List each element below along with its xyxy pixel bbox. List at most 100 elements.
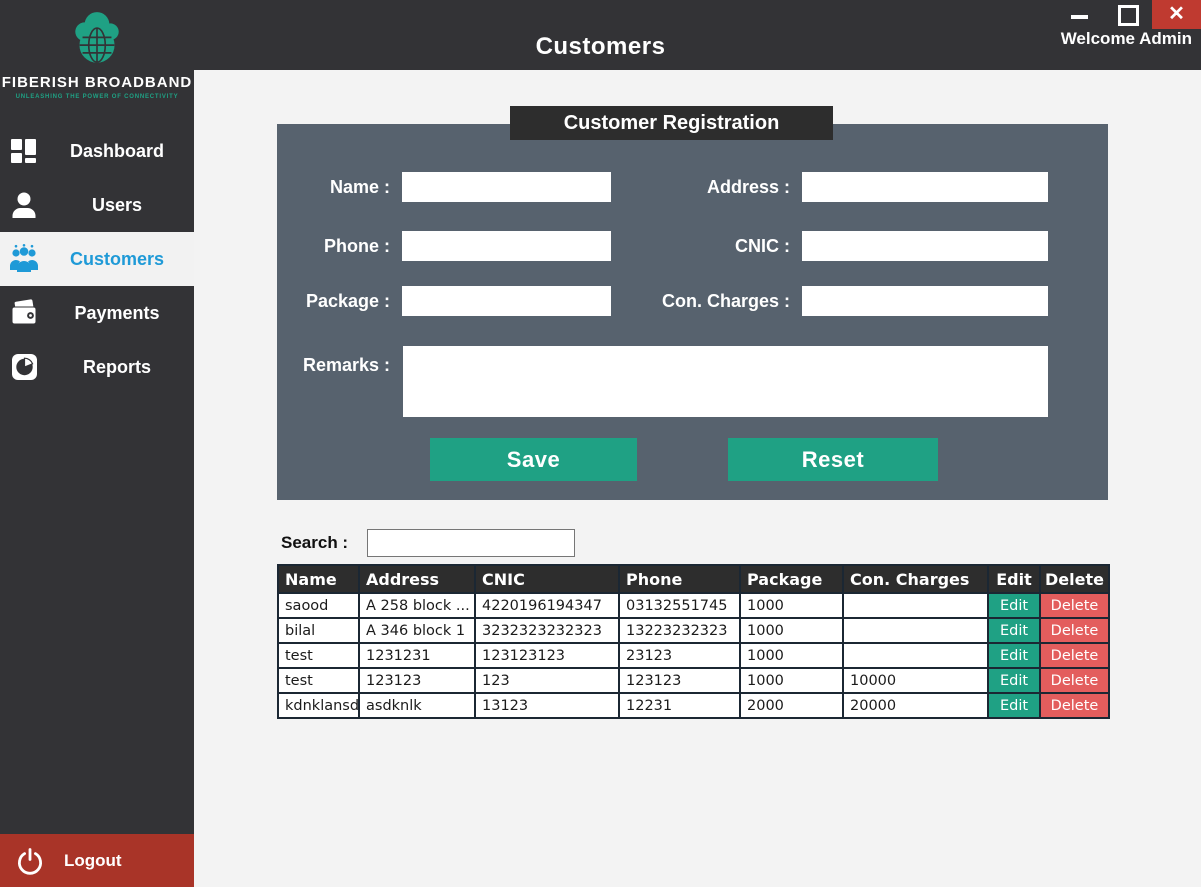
edit-button[interactable]: Edit <box>987 667 1041 694</box>
cell-name: test <box>277 667 360 694</box>
header-edit: Edit <box>987 564 1041 594</box>
table-row: saood A 258 block ... 4220196194347 0313… <box>277 592 1110 619</box>
cell-address: A 346 block 1 <box>358 617 476 644</box>
cell-phone: 12231 <box>618 692 741 719</box>
edit-button[interactable]: Edit <box>987 692 1041 719</box>
header-delete: Delete <box>1039 564 1110 594</box>
logout-label: Logout <box>64 851 122 870</box>
cell-phone: 123123 <box>618 667 741 694</box>
logo-name: FIBERISH BROADBAND <box>1 74 193 91</box>
sidebar-menu: Dashboard Users Customers Payments Repor… <box>0 124 194 394</box>
cell-cnic: 13123 <box>474 692 620 719</box>
search-input[interactable] <box>367 529 575 557</box>
sidebar-item-label: Dashboard <box>69 141 165 161</box>
remarks-label: Remarks : <box>302 355 390 375</box>
cell-con-charges <box>842 592 989 619</box>
registration-panel: Name : Address : Phone : CNIC : Package … <box>277 124 1108 500</box>
user-icon <box>8 190 40 220</box>
cell-address: 1231231 <box>358 642 476 669</box>
table-row: test 123123 123 123123 1000 10000 Edit D… <box>277 667 1110 694</box>
edit-button[interactable]: Edit <box>987 642 1041 669</box>
sidebar-item-label: Users <box>91 195 143 215</box>
header-con-charges: Con. Charges <box>842 564 989 594</box>
cell-package: 1000 <box>739 617 844 644</box>
sidebar-item-users[interactable]: Users <box>0 178 194 232</box>
con-charges-input[interactable] <box>802 286 1048 316</box>
minimize-button[interactable] <box>1071 15 1088 19</box>
address-input[interactable] <box>802 172 1048 202</box>
cell-con-charges <box>842 617 989 644</box>
delete-button[interactable]: Delete <box>1039 642 1110 669</box>
table-row: test 1231231 123123123 23123 1000 Edit D… <box>277 642 1110 669</box>
package-input[interactable] <box>402 286 611 316</box>
maximize-button[interactable] <box>1118 5 1139 26</box>
cell-address: asdknlk <box>358 692 476 719</box>
cell-name: kdnklansd <box>277 692 360 719</box>
phone-label: Phone : <box>324 236 390 256</box>
delete-button[interactable]: Delete <box>1039 667 1110 694</box>
search-label: Search : <box>281 533 349 552</box>
table-row: bilal A 346 block 1 3232323232323 132232… <box>277 617 1110 644</box>
header-address: Address <box>358 564 476 594</box>
header-phone: Phone <box>618 564 741 594</box>
name-label: Name : <box>329 177 390 197</box>
name-input[interactable] <box>402 172 611 202</box>
phone-input[interactable] <box>402 231 611 261</box>
sidebar-item-label: Reports <box>82 357 151 377</box>
cell-package: 1000 <box>739 642 844 669</box>
cell-cnic: 123123123 <box>474 642 620 669</box>
cnic-input[interactable] <box>802 231 1048 261</box>
header-name: Name <box>277 564 360 594</box>
sidebar-item-reports[interactable]: Reports <box>0 340 194 394</box>
power-icon <box>16 847 44 875</box>
cell-con-charges <box>842 642 989 669</box>
dashboard-icon <box>8 136 40 166</box>
table-row: kdnklansd asdknlk 13123 12231 2000 20000… <box>277 692 1110 719</box>
cell-name: bilal <box>277 617 360 644</box>
app-window: Customers Welcome Admin ✕ FIBERISH BROAD… <box>0 0 1201 887</box>
address-label: Address : <box>706 177 790 197</box>
header-package: Package <box>739 564 844 594</box>
reset-button[interactable]: Reset <box>728 438 938 481</box>
cell-package: 1000 <box>739 667 844 694</box>
wallet-icon <box>8 298 40 328</box>
delete-button[interactable]: Delete <box>1039 617 1110 644</box>
cell-name: saood <box>277 592 360 619</box>
package-label: Package : <box>305 291 390 311</box>
cell-cnic: 123 <box>474 667 620 694</box>
header-cnic: CNIC <box>474 564 620 594</box>
cell-phone: 03132551745 <box>618 592 741 619</box>
delete-button[interactable]: Delete <box>1039 692 1110 719</box>
customers-table: Name Address CNIC Phone Package Con. Cha… <box>277 564 1110 719</box>
remarks-textarea[interactable] <box>403 346 1048 417</box>
welcome-text: Welcome Admin <box>1060 29 1192 48</box>
sidebar-item-customers[interactable]: Customers <box>0 232 194 286</box>
delete-button[interactable]: Delete <box>1039 592 1110 619</box>
cell-name: test <box>277 642 360 669</box>
cell-con-charges: 10000 <box>842 667 989 694</box>
sidebar-item-payments[interactable]: Payments <box>0 286 194 340</box>
logout-button[interactable]: Logout <box>0 834 194 887</box>
close-button[interactable]: ✕ <box>1152 0 1201 29</box>
logo: FIBERISH BROADBAND UNLEASHING THE POWER … <box>0 10 194 100</box>
cell-phone: 13223232323 <box>618 617 741 644</box>
cell-address: 123123 <box>358 667 476 694</box>
edit-button[interactable]: Edit <box>987 617 1041 644</box>
sidebar-item-label: Payments <box>74 303 160 323</box>
globe-cloud-logo-icon <box>0 10 194 72</box>
cell-cnic: 4220196194347 <box>474 592 620 619</box>
cell-phone: 23123 <box>618 642 741 669</box>
cell-address: A 258 block ... <box>358 592 476 619</box>
cell-con-charges: 20000 <box>842 692 989 719</box>
sidebar-item-dashboard[interactable]: Dashboard <box>0 124 194 178</box>
customers-group-icon <box>8 244 40 274</box>
panel-title: Customer Registration <box>510 106 833 140</box>
save-button[interactable]: Save <box>430 438 637 481</box>
con-charges-label: Con. Charges : <box>661 291 790 311</box>
sidebar-item-label: Customers <box>69 249 165 269</box>
edit-button[interactable]: Edit <box>987 592 1041 619</box>
logo-tagline: UNLEASHING THE POWER OF CONNECTIVITY <box>15 94 179 100</box>
pie-chart-icon <box>8 352 40 382</box>
cnic-label: CNIC : <box>735 236 790 256</box>
table-header-row: Name Address CNIC Phone Package Con. Cha… <box>277 564 1110 594</box>
